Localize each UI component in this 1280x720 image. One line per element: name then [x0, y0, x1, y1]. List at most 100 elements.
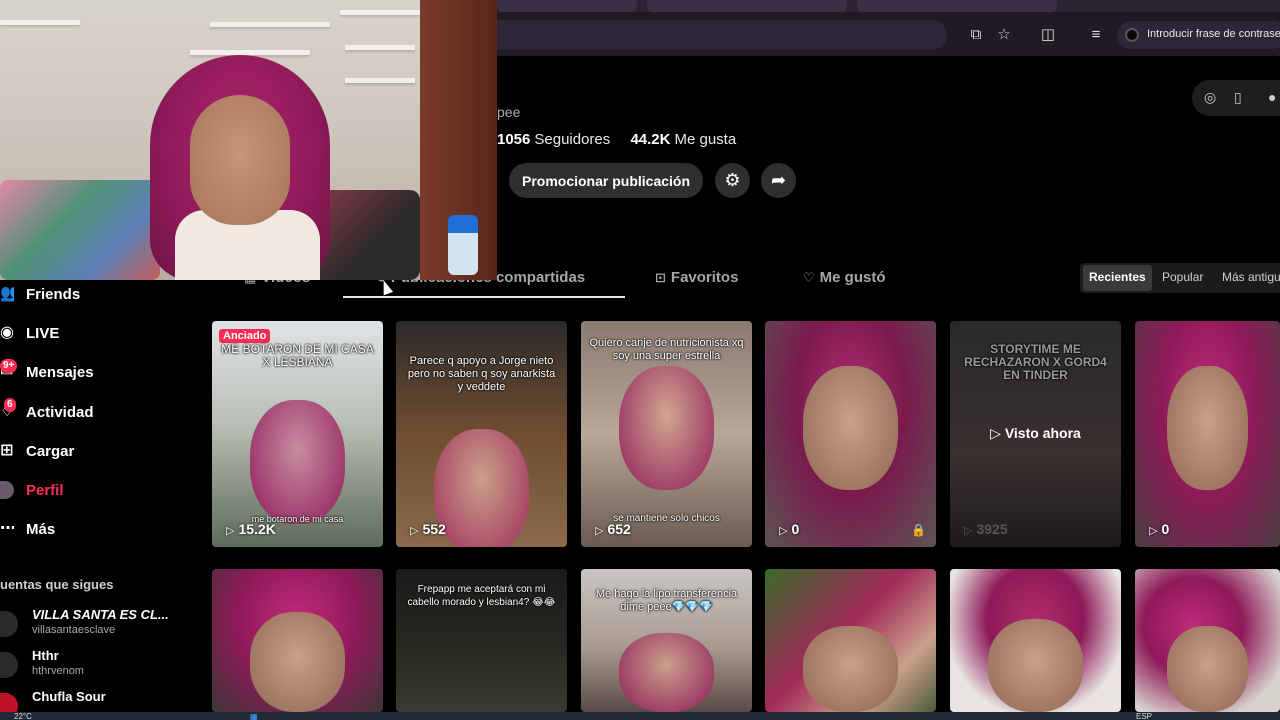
bookmark-star-icon[interactable]: ☆: [993, 25, 1015, 45]
sidebar-item-label: Actividad: [26, 403, 94, 421]
language-indicator[interactable]: ESP: [1136, 712, 1152, 720]
extensions-icon[interactable]: ◫: [1037, 25, 1059, 45]
view-count-value: 652: [607, 521, 631, 537]
weather-temp[interactable]: 22°C: [14, 712, 32, 720]
account-name: Hthr: [32, 648, 59, 663]
followers-label[interactable]: Seguidores: [534, 131, 610, 148]
video-card[interactable]: [212, 569, 383, 712]
tab-favorites[interactable]: ⊡ Favoritos: [655, 269, 738, 286]
promote-button[interactable]: Promocionar publicación: [509, 163, 703, 198]
friends-icon: 👥: [0, 285, 14, 302]
video-thumbnail-figure: [802, 626, 899, 712]
pinned-badge: Anciado: [219, 329, 271, 343]
video-thumbnail-figure: [618, 633, 715, 712]
video-card[interactable]: Parece q apoyo a Jorge nieto pero no sab…: [396, 321, 567, 547]
sort-recent[interactable]: Recientes: [1083, 265, 1152, 291]
bed: [0, 180, 160, 280]
tab-liked[interactable]: ♡ Me gustó: [803, 269, 886, 286]
view-count: ▷ 652: [595, 521, 631, 537]
video-card[interactable]: Frepapp me aceptará con mi cabello morad…: [396, 569, 567, 712]
start-icon[interactable]: ▦: [250, 712, 258, 720]
view-count: ▷ 0: [1149, 521, 1169, 537]
video-card[interactable]: [950, 569, 1121, 712]
video-caption: Quiero canje de nutricionista xq soy una…: [589, 337, 744, 362]
followers-count: 1056: [497, 131, 531, 148]
video-card[interactable]: [1135, 569, 1280, 712]
play-icon: ▷: [595, 525, 604, 537]
video-thumbnail-figure: [1166, 626, 1249, 712]
sidebar-item-more[interactable]: ⋯ Más: [0, 517, 55, 541]
play-icon: ▷: [226, 525, 235, 537]
sidebar-item-label: Friends: [26, 285, 81, 303]
video-card[interactable]: [765, 569, 936, 712]
sidebar-item-friends[interactable]: 👥 Friends: [0, 282, 80, 306]
likes-count: 44.2K: [630, 131, 671, 148]
view-count-value: 0: [1161, 521, 1170, 537]
browser-toolbar: ⧉ ☆ ◫ ≡ Introducir frase de contrase: [497, 12, 1280, 56]
account-handle: hthrvenom: [32, 665, 84, 677]
tab-label: Me gustó: [819, 269, 886, 286]
activity-badge: 6: [4, 398, 16, 412]
avatar: [0, 611, 18, 637]
address-bar[interactable]: [497, 20, 947, 50]
settings-button[interactable]: ⚙: [715, 163, 750, 198]
video-thumbnail-figure: [618, 366, 715, 491]
phone-icon[interactable]: ▯: [1234, 89, 1242, 106]
browser-tab[interactable]: [857, 0, 1057, 12]
sidebar-item-live[interactable]: ◉ LIVE: [0, 321, 59, 345]
profile-stats: 1056 Seguidores 44.2K Me gusta: [497, 131, 752, 148]
floating-tools-pill: ◎ ▯ ●: [1192, 80, 1280, 116]
sidebar-item-upload[interactable]: ⊞ Cargar: [0, 439, 74, 463]
share-arrow-icon: ➦: [770, 170, 787, 190]
sort-segmented-control: Recientes Popular Más antigu: [1080, 263, 1280, 293]
view-count: ▷ 552: [410, 521, 446, 537]
video-card[interactable]: ▷ 0 🔒: [765, 321, 936, 547]
bookmark-icon: ⊡: [655, 270, 666, 285]
browser-tab[interactable]: [647, 0, 847, 12]
tab-label: Favoritos: [670, 269, 739, 286]
windows-taskbar: 22°C ▦ ESP: [0, 712, 1280, 720]
upload-icon: ⊞: [0, 442, 14, 459]
water-bottle: [448, 215, 478, 275]
compass-icon[interactable]: ◎: [1204, 89, 1216, 106]
browser-tab[interactable]: [497, 0, 637, 12]
webcam-overlay: [0, 0, 497, 280]
video-card[interactable]: Anciado ME BOTARON DE MI CASA X LESBIANA…: [212, 321, 383, 547]
share-button[interactable]: ➦: [761, 163, 796, 198]
browser-tab-strip: [497, 0, 1280, 12]
video-thumbnail-figure: [1166, 366, 1249, 491]
sort-popular[interactable]: Popular: [1162, 270, 1203, 284]
password-chip[interactable]: Introducir frase de contrase: [1117, 21, 1280, 49]
video-thumbnail-figure: [249, 611, 346, 712]
media-control-icon[interactable]: ≡: [1085, 25, 1107, 45]
wall-shelf: [345, 78, 415, 83]
video-card[interactable]: ▷ 0: [1135, 321, 1280, 547]
watched-now-text: Visto ahora: [1004, 425, 1081, 441]
video-thumbnail-figure: [433, 429, 530, 547]
more-icon: ⋯: [0, 520, 14, 537]
following-section-title: uentas que sigues: [0, 577, 114, 592]
play-icon: ▷: [990, 425, 1005, 441]
video-caption: Frepapp me aceptará con mi cabello morad…: [407, 584, 556, 608]
video-caption: Me hago la lipo transferencia dime peee💎…: [595, 588, 738, 613]
avatar-icon[interactable]: ●: [1268, 89, 1276, 105]
video-card[interactable]: Quiero canje de nutricionista xq soy una…: [581, 321, 752, 547]
active-tab-indicator: [343, 296, 625, 298]
avatar: [0, 652, 18, 678]
view-count: ▷ 15.2K: [226, 521, 276, 537]
install-app-icon[interactable]: ⧉: [965, 25, 987, 45]
profile-username: pee: [497, 104, 521, 120]
video-card[interactable]: Me hago la lipo transferencia dime peee💎…: [581, 569, 752, 712]
video-card[interactable]: STORYTIME ME RECHAZARON X GORD4 EN TINDE…: [950, 321, 1121, 547]
sidebar-item-profile[interactable]: Perfil: [0, 478, 64, 502]
wall-shelf: [345, 45, 415, 50]
video-caption: Parece q apoyo a Jorge nieto pero no sab…: [407, 355, 556, 393]
view-count-value: 3925: [976, 521, 1008, 537]
video-thumbnail-figure: [987, 619, 1084, 712]
play-icon: ▷: [1149, 525, 1158, 537]
account-handle: villasantaesclave: [32, 624, 116, 636]
sort-oldest[interactable]: Más antigu: [1222, 270, 1280, 284]
video-caption: ME BOTARON DE MI CASA X LESBIANA: [221, 342, 374, 369]
wall-shelf: [190, 50, 310, 55]
play-icon: ▷: [779, 525, 788, 537]
